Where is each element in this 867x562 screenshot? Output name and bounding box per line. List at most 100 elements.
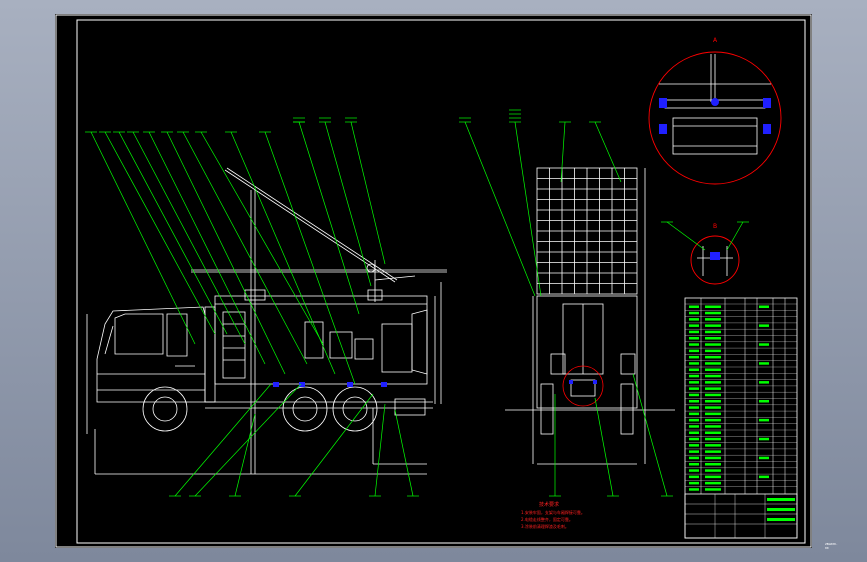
bom-cell-text	[705, 456, 721, 460]
detail-a	[648, 51, 782, 185]
bom-cell-text	[759, 305, 769, 308]
notes-title: 技术要求	[539, 502, 560, 508]
bom-cell-text	[705, 444, 721, 447]
bom-cell-text	[705, 469, 721, 472]
note-line-1: 1.安装牢固，支架与车厢焊接可靠。	[521, 510, 585, 515]
bom-cell-text	[705, 374, 721, 378]
side-view	[86, 167, 447, 475]
drawing-sheet[interactable]: A B 技术要求 1.安装牢固，支架与车厢焊接可靠。 2.电缆走线整齐，固定可靠…	[55, 14, 838, 550]
leader-line	[104, 131, 216, 335]
parts-list-table	[684, 297, 798, 539]
bom-cell-text	[705, 412, 721, 416]
bom-cell-text	[689, 463, 699, 466]
bom-cell-text	[705, 318, 721, 321]
bom-cell-text	[705, 362, 721, 365]
bom-cell-text	[759, 343, 769, 346]
bom-cell-text	[705, 488, 721, 491]
detail-b	[690, 235, 740, 285]
leader-line	[200, 131, 324, 345]
bom-cell-text	[689, 481, 699, 485]
bom-cell-text	[759, 400, 769, 403]
leader-line	[594, 121, 622, 183]
leader-line	[666, 221, 706, 251]
bom-cell-text	[705, 418, 721, 422]
leader-line	[464, 121, 536, 297]
bom-cell-text	[705, 368, 721, 371]
bom-cell-text	[689, 349, 699, 353]
bom-cell-text	[689, 305, 699, 308]
bom-cell-text	[705, 324, 721, 327]
bom-cell-text	[705, 463, 721, 466]
detail-a-label: A	[713, 37, 718, 44]
bom-cell-text	[689, 456, 699, 460]
bom-cell-text	[689, 425, 699, 428]
bom-cell-text	[705, 355, 721, 359]
leader-line	[118, 131, 228, 335]
bom-cell-text	[705, 450, 721, 453]
bom-cell-text	[705, 343, 721, 346]
leader-line	[174, 383, 272, 497]
leader-line	[632, 373, 668, 497]
bom-cell-text	[705, 337, 721, 340]
bom-cell-text	[689, 362, 699, 365]
bom-cell-text	[689, 431, 699, 434]
bom-frame	[684, 297, 798, 539]
leader-line	[90, 131, 196, 345]
rear-view	[505, 167, 675, 465]
leader-line	[194, 383, 302, 497]
bom-cell-text	[689, 311, 699, 315]
bom-cell-text	[689, 412, 699, 416]
bom-cell-text	[705, 349, 721, 353]
bom-cell-text	[689, 387, 699, 390]
outer-border	[55, 14, 812, 548]
bom-cell-text	[705, 305, 721, 308]
bom-cell-text	[689, 406, 699, 409]
bom-cell-text	[689, 400, 699, 403]
leader-line	[324, 121, 372, 287]
bom-cell-text	[705, 431, 721, 434]
bom-cell-text	[759, 418, 769, 422]
cad-drawing[interactable]: A B	[55, 14, 812, 548]
bom-cell-text	[689, 374, 699, 378]
bom-cell-text	[689, 437, 699, 441]
bom-cell-text	[689, 393, 699, 397]
bom-cell-text	[689, 337, 699, 340]
leader-line	[166, 131, 286, 375]
technical-notes: 技术要求 1.安装牢固，支架与车厢焊接可靠。 2.电缆走线整齐，固定可靠。 3.…	[521, 502, 585, 530]
leader-line	[230, 131, 336, 375]
bom-cell-text	[705, 311, 721, 315]
leader-line	[560, 121, 566, 183]
bom-cell-text	[705, 481, 721, 485]
leader-line	[298, 121, 360, 315]
title-cell-text	[767, 518, 795, 521]
bom-cell-text	[759, 362, 769, 365]
bom-cell-text	[689, 355, 699, 359]
side-view-section-marks	[273, 382, 387, 387]
bom-cell-text	[689, 368, 699, 371]
bom-cell-text	[759, 456, 769, 460]
bom-cell-text	[705, 437, 721, 441]
leader-lines	[85, 109, 749, 497]
bom-cell-text	[705, 381, 721, 384]
bom-cell-text	[689, 318, 699, 321]
bom-cell-text	[705, 425, 721, 428]
drawing-number: ZBG000-00	[825, 542, 838, 550]
leader-line	[132, 131, 246, 345]
bom-cell-text	[689, 330, 699, 334]
bom-cell-text	[705, 330, 721, 334]
bom-cell-text	[705, 387, 721, 390]
bom-cell-text	[705, 393, 721, 397]
leader-line	[594, 397, 614, 497]
title-cell-text	[767, 508, 795, 511]
bom-cell-text	[689, 324, 699, 327]
bom-cell-text	[759, 324, 769, 327]
leader-line	[294, 393, 374, 497]
detail-b-label: B	[713, 223, 717, 230]
bom-cell-text	[689, 475, 699, 479]
bom-cell-text	[759, 475, 769, 479]
bom-cell-text	[705, 475, 721, 479]
leader-line	[350, 121, 386, 265]
bom-cell-text	[689, 488, 699, 491]
leader-line	[234, 413, 256, 497]
bom-cell-text	[689, 450, 699, 453]
